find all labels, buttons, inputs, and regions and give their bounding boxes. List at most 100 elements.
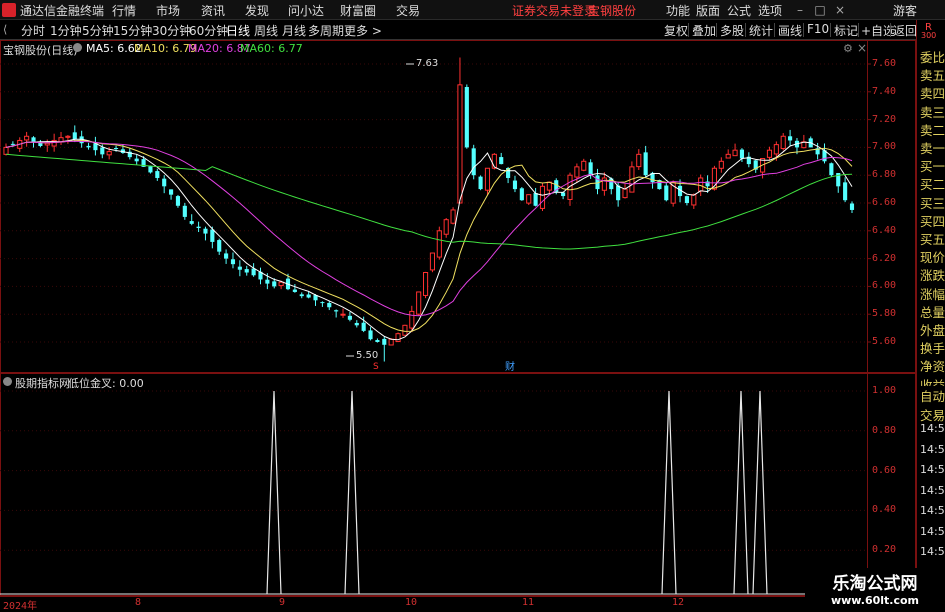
period-tab-30min[interactable]: 30分钟: [152, 22, 191, 39]
panel-item[interactable]: 委比: [920, 47, 945, 66]
panel-item[interactable]: 净资: [920, 356, 945, 376]
panel-item[interactable]: 涨幅: [920, 283, 945, 303]
app-logo-icon: [2, 3, 16, 17]
toolbar-mark[interactable]: 标记: [834, 22, 858, 39]
period-tab-daily[interactable]: 日线: [226, 22, 250, 39]
chart-settings-icon[interactable]: ⚙: [843, 42, 853, 55]
user-label[interactable]: 游客: [893, 2, 917, 19]
candle-body: [224, 253, 229, 259]
toolbar-f10[interactable]: F10: [807, 22, 829, 36]
app-title: 通达信金融终端: [20, 4, 105, 18]
panel-item[interactable]: 卖五: [920, 65, 945, 85]
panel-item[interactable]: 卖三: [920, 101, 945, 121]
candle-body: [86, 145, 91, 148]
toolbar-overlay[interactable]: 叠加: [692, 22, 716, 39]
candle-body: [375, 340, 380, 342]
candle-body: [203, 228, 208, 234]
candle-body: [72, 132, 77, 140]
period-tab-1min[interactable]: 1分钟: [50, 22, 82, 39]
settings-icon[interactable]: [73, 43, 82, 52]
panel-item[interactable]: 卖一: [920, 138, 945, 157]
price-tick-label: 6.60: [872, 197, 897, 208]
panel-item[interactable]: 14:56: [920, 463, 945, 476]
golden-cross-signal: [266, 390, 282, 595]
panel-item[interactable]: 14:56: [920, 422, 945, 435]
chart-close-icon[interactable]: ×: [857, 41, 867, 55]
menu-item-news[interactable]: 资讯: [201, 2, 225, 19]
period-tab-intraday[interactable]: 分时: [21, 22, 45, 39]
panel-item[interactable]: 14:56: [920, 504, 945, 517]
candle-body: [113, 148, 119, 150]
finance-marker[interactable]: 财: [505, 358, 515, 373]
golden-cross-signal: [344, 390, 360, 595]
candle-body: [499, 157, 504, 165]
menu-item-ask[interactable]: 问小达: [288, 2, 324, 19]
maximize-icon[interactable]: □: [812, 2, 828, 18]
toolbar-statistics[interactable]: 统计: [749, 22, 773, 39]
menu-item-market[interactable]: 行情: [112, 2, 136, 19]
panel-item[interactable]: 买三: [920, 192, 945, 212]
panel-item[interactable]: 卖四: [920, 83, 945, 103]
period-tab-more[interactable]: 更多 >: [344, 22, 382, 39]
panel-item[interactable]: 总量: [920, 301, 945, 321]
candle-body: [182, 205, 187, 217]
toolbar-divider: [858, 23, 859, 37]
menu-item-wealth[interactable]: 财富圈: [340, 2, 376, 19]
toolbar-multi-stock[interactable]: 多股: [720, 22, 744, 39]
candle-body: [3, 146, 9, 155]
indicator-settings-icon[interactable]: [3, 377, 12, 386]
period-tab-15min[interactable]: 15分钟: [113, 22, 152, 39]
close-icon[interactable]: ×: [832, 2, 848, 18]
menu-item-function[interactable]: 功能: [666, 2, 690, 19]
ma5-line: [5, 138, 853, 341]
indicator-panel[interactable]: 股期指标网 低位金叉: 0.00 1.00 0.80 0.60 0.40 0.20: [0, 373, 916, 596]
trade-login-notice[interactable]: 证券交易未登录: [512, 2, 596, 19]
indicator-chart[interactable]: [0, 373, 916, 596]
toolbar-divider: [830, 23, 831, 37]
minimize-icon[interactable]: –: [792, 2, 808, 18]
menu-item-discover[interactable]: 发现: [245, 2, 269, 19]
panel-item[interactable]: 14:56: [920, 524, 945, 538]
panel-item[interactable]: 现价: [920, 247, 945, 267]
panel-item[interactable]: 买二: [920, 174, 945, 194]
menu-item-formula[interactable]: 公式: [727, 2, 751, 19]
panel-item[interactable]: 14:56: [920, 483, 945, 497]
panel-item[interactable]: 14:56: [920, 442, 945, 456]
panel-item[interactable]: 自动: [920, 386, 945, 405]
panel-item[interactable]: 卖二: [920, 119, 945, 139]
price-tick-label: 5.60: [872, 336, 897, 347]
candle-body: [773, 144, 779, 155]
period-tab-weekly[interactable]: 周线: [254, 22, 278, 39]
menu-item-options[interactable]: 选项: [758, 2, 782, 19]
indicator-tick-label: 0.40: [872, 504, 897, 516]
toolbar-draw-line[interactable]: 画线: [778, 22, 802, 39]
menu-item-layout[interactable]: 版面: [696, 2, 720, 19]
menu-item-trade[interactable]: 交易: [396, 2, 420, 19]
quote-side-panel[interactable]: R 300 委比 卖五 卖四 卖三 卖二 卖一 买一 买二 买三 买四 买五 现价 涨跌 涨幅 总量 外盘 换手…: [916, 20, 945, 609]
candle-body: [134, 158, 139, 162]
panel-item[interactable]: 涨跌: [920, 265, 945, 285]
kline-chart[interactable]: [0, 40, 916, 373]
period-tab-60min[interactable]: 60分钟: [189, 22, 228, 39]
watermark-url: www.60lt.com: [830, 594, 920, 607]
kline-panel[interactable]: 宝钢股份(日线) MA5: 6.62 MA10: 6.79 MA20: 6.87…: [0, 40, 916, 373]
panel-item[interactable]: 外盘: [920, 320, 945, 339]
candle-body: [484, 167, 491, 191]
menu-item-markets[interactable]: 市场: [156, 2, 180, 19]
panel-item[interactable]: 换手: [920, 338, 945, 358]
panel-item[interactable]: 买五: [920, 229, 945, 248]
candle-body: [237, 266, 242, 270]
watermark: 乐淘公式网 www.60lt.com: [805, 568, 945, 609]
price-tick-label: 5.80: [872, 308, 897, 320]
period-tab-5min[interactable]: 5分钟: [82, 22, 114, 39]
period-tab-monthly[interactable]: 月线: [282, 22, 306, 39]
toolbar-restore-rights[interactable]: 复权: [664, 22, 688, 39]
panel-item[interactable]: 买四: [920, 210, 945, 230]
high-price-label: 7.63: [416, 58, 439, 69]
panel-item[interactable]: 买一: [920, 156, 945, 176]
collapse-icon[interactable]: ⟨: [3, 23, 15, 37]
period-tab-multi[interactable]: 多周期: [308, 22, 344, 39]
panel-item[interactable]: 交易: [920, 404, 945, 424]
toolbar-back[interactable]: 返回: [893, 22, 917, 39]
panel-item[interactable]: 14:56: [920, 545, 945, 558]
